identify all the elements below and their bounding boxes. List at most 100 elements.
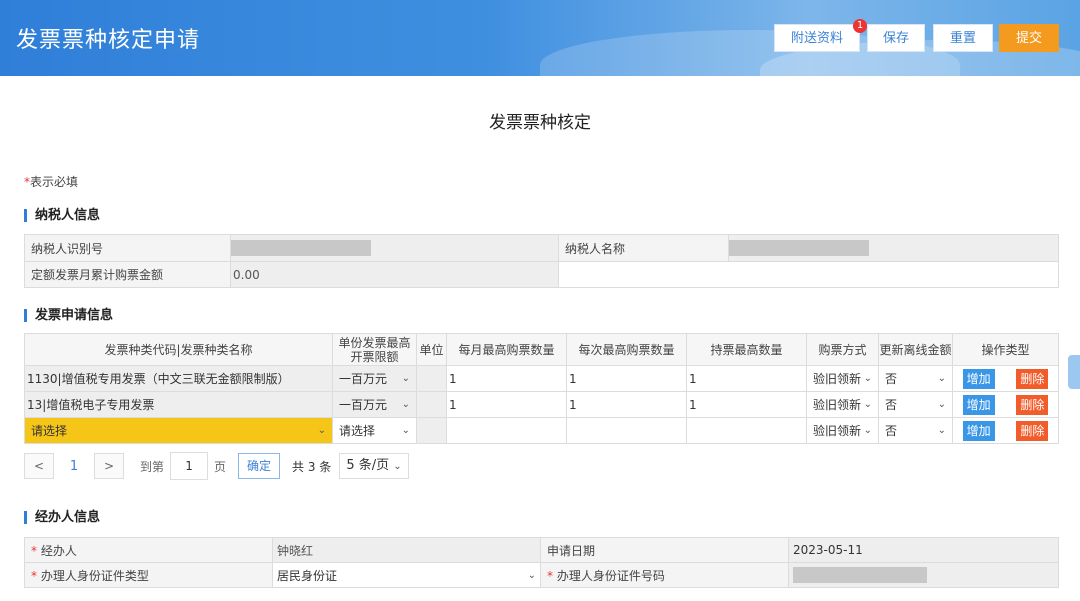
table-row: 请选择 ⌄ 请选择 ⌄ 验旧领新 ⌄ 否 ⌄ 增加 删除 [24,417,1059,444]
monthly-qty-input[interactable] [446,417,567,444]
monthly-qty-input[interactable]: 1 [446,391,567,418]
prev-page-button[interactable]: < [24,453,54,479]
page-size-value: 5 条/页 [346,458,390,473]
limit-select[interactable]: 一百万元 ⌄ [332,365,417,392]
method-select[interactable]: 验旧领新 ⌄ [806,365,879,392]
action-cell: 增加 删除 [952,365,1059,392]
taxpayer-name-value [728,234,1059,262]
monthly-total-value: 0.00 [230,261,559,288]
monthly-qty-input[interactable]: 1 [446,365,567,392]
delete-row-button[interactable]: 删除 [1016,368,1049,389]
invoice-type-value: 请选择 [31,424,68,438]
col-header-method: 购票方式 [806,333,879,366]
attach-materials-button[interactable]: 附送资料 [774,24,860,52]
update-select[interactable]: 否 ⌄ [878,417,953,444]
page-size-select[interactable]: 5 条/页 ⌄ [339,453,409,479]
update-value: 否 [885,372,898,386]
each-qty-input[interactable]: 1 [566,365,687,392]
hold-qty-input[interactable]: 1 [686,365,807,392]
chevron-down-icon: ⌄ [937,399,946,410]
col-header-action: 操作类型 [952,333,1059,366]
save-button[interactable]: 保存 [867,24,925,52]
empty-cell [558,261,1059,288]
chevron-down-icon: ⌄ [863,425,872,436]
invoice-type-cell: 13|增值税电子专用发票 [24,391,333,418]
unit-cell [416,391,447,418]
required-note: *表示必填 [24,173,78,190]
update-select[interactable]: 否 ⌄ [878,365,953,392]
update-select[interactable]: 否 ⌄ [878,391,953,418]
handler-table: * 经办人 钟晓红 申请日期 2023-05-11 * 办理人身份证件类型 居民… [24,537,1059,588]
page-unit-label: 页 [214,459,227,474]
update-value: 否 [885,398,898,412]
col-header-monthly: 每月最高购票数量 [446,333,567,366]
id-type-value: 居民身份证 [277,568,338,583]
method-select[interactable]: 验旧领新 ⌄ [806,391,879,418]
delete-row-button[interactable]: 删除 [1016,420,1049,441]
method-value: 验旧领新 [813,424,862,438]
id-type-label: * 办理人身份证件类型 [24,562,273,588]
pagination: < 1 > 到第 1 页 确定 共 3 条 5 条/页 ⌄ [24,452,409,480]
submit-button[interactable]: 提交 [999,24,1059,52]
add-row-button[interactable]: 增加 [962,368,995,389]
col-header-update: 更新离线金额 [878,333,953,366]
id-number-label-text: 办理人身份证件号码 [556,568,665,583]
section-title-taxpayer: 纳税人信息 [24,209,100,222]
col-header-type: 发票种类代码|发票种类名称 [24,333,333,366]
chevron-down-icon: ⌄ [863,399,872,410]
hold-qty-input[interactable]: 1 [686,391,807,418]
col-header-hold: 持票最高数量 [686,333,807,366]
section-title-apply: 发票申请信息 [24,309,113,322]
chevron-down-icon: ⌄ [863,373,872,384]
col-header-unit: 单位 [416,333,447,366]
table-row: 1130|增值税专用发票（中文三联无金额限制版） 一百万元 ⌄ 1 1 1 验旧领… [24,365,1059,392]
id-type-select[interactable]: 居民身份证 ⌄ [272,562,541,588]
hold-qty-input[interactable] [686,417,807,444]
chevron-down-icon: ⌄ [937,373,946,384]
method-value: 验旧领新 [813,372,862,386]
add-row-button[interactable]: 增加 [962,394,995,415]
current-page[interactable]: 1 [54,459,94,474]
unit-cell [416,365,447,392]
goto-label: 到第 [140,459,165,474]
chevron-down-icon: ⌄ [401,373,410,384]
method-select[interactable]: 验旧领新 ⌄ [806,417,879,444]
delete-row-button[interactable]: 删除 [1016,394,1049,415]
limit-select[interactable]: 请选择 ⌄ [332,417,417,444]
redacted-value [793,567,927,583]
id-type-label-text: 办理人身份证件类型 [40,568,149,583]
required-star: * [31,543,37,558]
next-page-button[interactable]: > [94,453,124,479]
agent-value: 钟晓红 [272,537,541,563]
chevron-down-icon: ⌄ [317,425,326,436]
required-star: * [31,568,37,583]
taxpayer-id-label: 纳税人识别号 [24,234,231,262]
chevron-down-icon: ⌄ [937,425,946,436]
chevron-down-icon: ⌄ [527,569,536,581]
page-title: 发票票种核定申请 [16,28,201,53]
action-cell: 增加 删除 [952,417,1059,444]
action-cell: 增加 删除 [952,391,1059,418]
each-qty-input[interactable]: 1 [566,391,687,418]
form-heading: 发票票种核定 [489,113,591,133]
agent-label-text: 经办人 [40,543,77,558]
goto-confirm-button[interactable]: 确定 [238,453,281,479]
each-qty-input[interactable] [566,417,687,444]
required-star: * [547,568,553,583]
side-collapse-tab[interactable] [1068,355,1080,389]
add-row-button[interactable]: 增加 [962,420,995,441]
apply-date-label: 申请日期 [540,537,789,563]
table-row: 13|增值税电子专用发票 一百万元 ⌄ 1 1 1 验旧领新 ⌄ 否 ⌄ 增加 删除 [24,391,1059,418]
limit-value: 一百万元 [339,398,388,412]
agent-label: * 经办人 [24,537,273,563]
id-number-label: * 办理人身份证件号码 [540,562,789,588]
invoice-type-select[interactable]: 请选择 ⌄ [24,417,333,444]
redacted-value [231,240,371,256]
unit-cell [416,417,447,444]
method-value: 验旧领新 [813,398,862,412]
total-count: 共 3 条 [292,459,332,474]
reset-button[interactable]: 重置 [933,24,993,52]
goto-page-input[interactable]: 1 [170,452,209,480]
chevron-down-icon: ⌄ [401,399,410,410]
limit-select[interactable]: 一百万元 ⌄ [332,391,417,418]
